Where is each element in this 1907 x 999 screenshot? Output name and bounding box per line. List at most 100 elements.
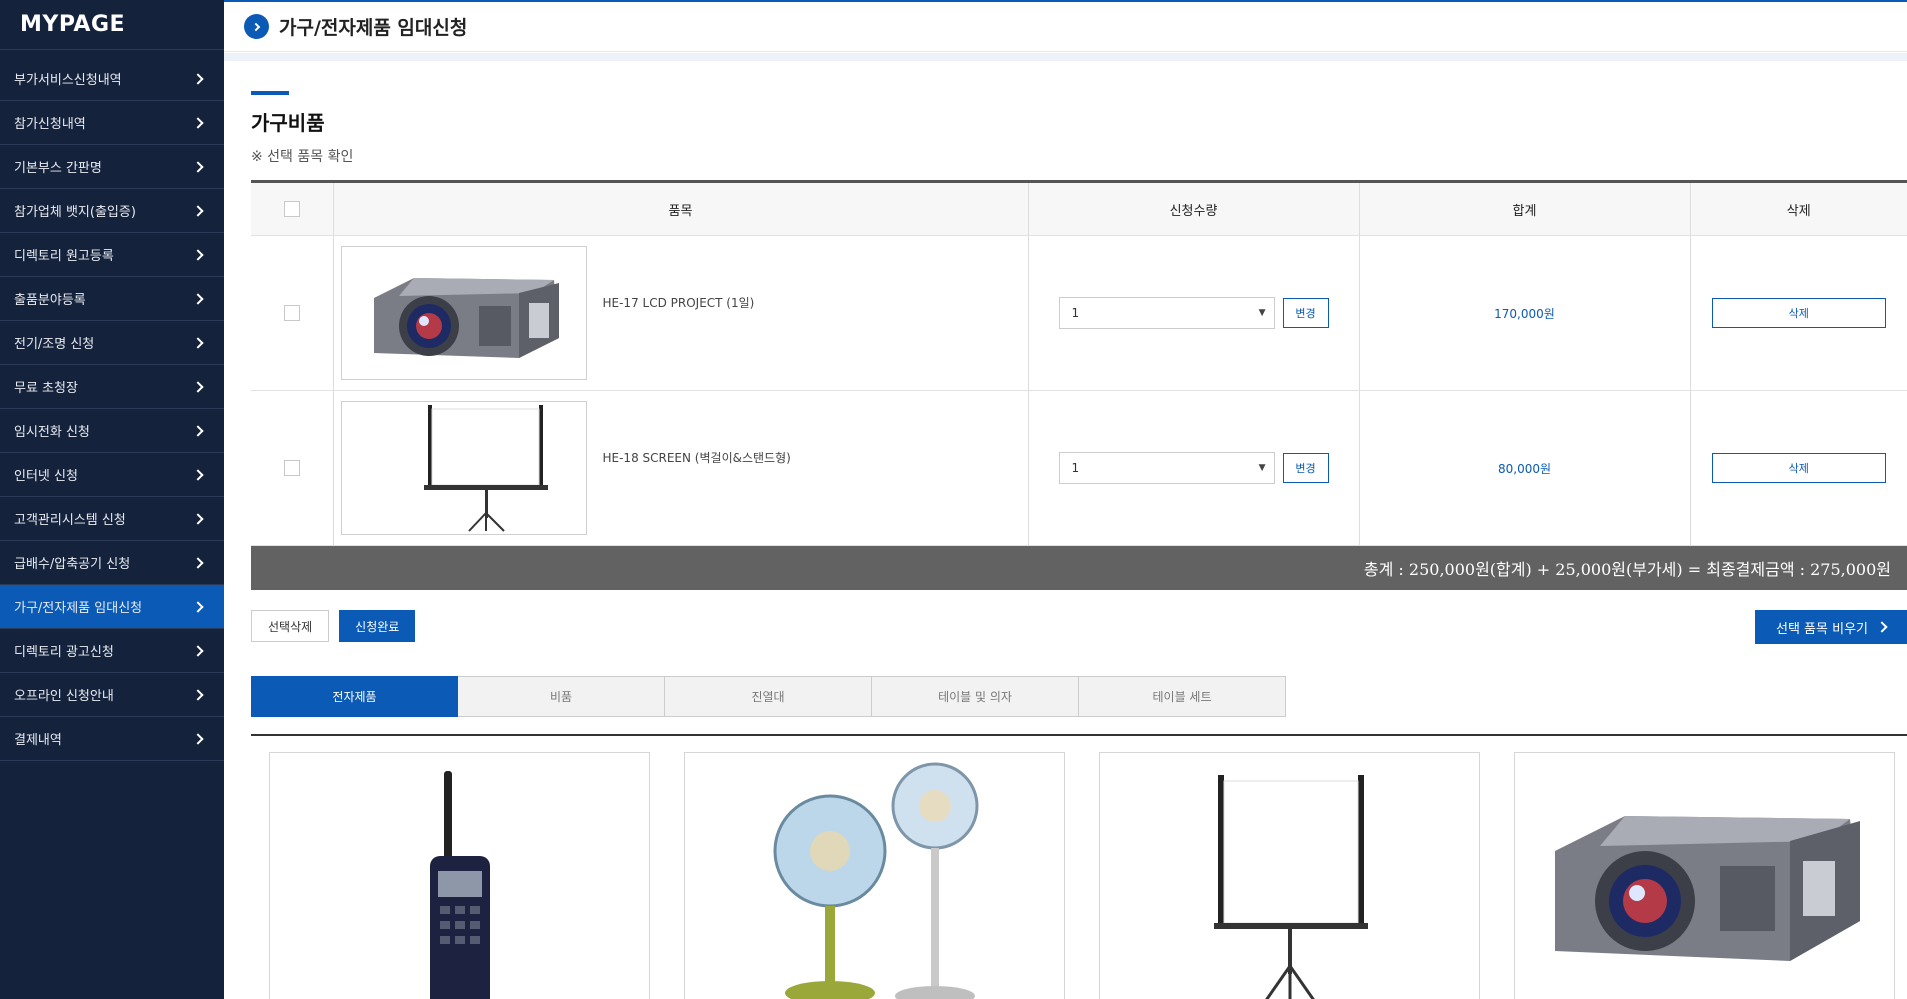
delete-row-button[interactable]: 삭제 [1711,298,1886,328]
column-header: 합계 [1358,181,1690,236]
chevron-right-icon [192,116,204,129]
sidebar-item-active[interactable]: 가구/전자제품 임대신청 [0,585,224,629]
chevron-right-icon [192,600,204,613]
cart-table: 품목 신청수량 합계 삭제 HE-17 LCD PROJECT (1일) 1 ▼… [251,180,1907,546]
cart-actions: 선택삭제 신청완료 선택 품목 비우기 [251,610,1907,644]
chevron-right-icon [1876,621,1888,633]
sidebar-item-label: 디렉토리 광고신청 [14,645,114,660]
sidebar-item[interactable]: 참가신청내역 [0,101,224,145]
sidebar-item-label: 참가신청내역 [14,117,86,132]
column-header: 신청수량 [1027,181,1359,236]
sidebar-item-label: 부가서비스신청내역 [14,73,122,88]
sidebar-item-label: 무료 초청장 [14,381,78,396]
chevron-right-icon [192,556,204,569]
sidebar-item-label: 출품분야등록 [14,293,86,308]
order-summary-text: 총계 : 250,000원(합계) + 25,000원(부가세) = 최종결제금… [1363,560,1891,579]
sidebar-item[interactable]: 기본부스 간판명 [0,145,224,189]
clear-selected-label: 선택 품목 비우기 [1776,621,1868,637]
chevron-right-icon [192,512,204,525]
product-card[interactable] [269,752,650,999]
chevron-right-icon [192,72,204,85]
tab-tables-chairs[interactable]: 테이블 및 의자 [872,676,1079,717]
sidebar-item[interactable]: 참가업체 뱃지(출입증) [0,189,224,233]
chevron-right-icon [192,380,204,393]
delete-cell: 삭제 [1689,390,1907,546]
row-checkbox[interactable] [283,305,300,321]
chevron-right-icon [192,336,204,349]
sidebar-menu: 부가서비스신청내역 참가신청내역 기본부스 간판명 참가업체 뱃지(출입증) 디… [0,57,224,761]
product-grid [251,752,1907,999]
tab-electronics[interactable]: 전자제품 [251,676,458,717]
table-header-row: 품목 신청수량 합계 삭제 [251,181,1907,236]
quantity-value: 1 [1071,461,1080,475]
walkie-talkie-image [429,771,490,999]
chevron-right-icon [192,732,204,745]
chevron-right-icon [192,292,204,305]
tabs-divider [251,734,1907,736]
main-content: 가구비품 ※ 선택 품목 확인 품목 신청수량 합계 삭제 HE-17 LCD … [251,61,1907,999]
sidebar-item-label: 인터넷 신청 [14,469,78,484]
sidebar-item-label: 결제내역 [14,733,62,748]
product-card[interactable] [1514,752,1895,999]
column-header: 품목 [332,181,1028,236]
quantity-select[interactable]: 1 ▼ [1058,297,1275,329]
chevron-right-icon [192,644,204,657]
column-header: 삭제 [1689,181,1907,236]
page-title: 가구/전자제품 임대신청 [279,17,468,39]
sidebar-item[interactable]: 출품분야등록 [0,277,224,321]
row-select-cell [251,235,333,391]
item-name: HE-17 LCD PROJECT (1일) [602,296,755,310]
screen-image [340,401,587,535]
chevron-right-icon [192,248,204,261]
select-all-checkbox[interactable] [283,201,300,217]
product-card[interactable] [1099,752,1480,999]
page-header: 가구/전자제품 임대신청 [224,0,1907,52]
sidebar-item-label: 디렉토리 원고등록 [14,249,114,264]
tab-supplies[interactable]: 비품 [458,676,665,717]
sidebar-item[interactable]: 전기/조명 신청 [0,321,224,365]
tab-table-sets[interactable]: 테이블 세트 [1079,676,1286,717]
sidebar-item[interactable]: 오프라인 신청안내 [0,673,224,717]
change-quantity-button[interactable]: 변경 [1282,453,1329,483]
qty-cell: 1 ▼ 변경 [1027,390,1359,546]
sidebar: MYPAGE 부가서비스신청내역 참가신청내역 기본부스 간판명 참가업체 뱃지… [0,0,224,999]
delete-selected-button[interactable]: 선택삭제 [251,610,330,642]
sidebar-item-label: 기본부스 간판명 [14,161,102,176]
section-title: 가구비품 [251,111,325,135]
chevron-right-icon [192,424,204,437]
sidebar-item[interactable]: 임시전화 신청 [0,409,224,453]
qty-cell: 1 ▼ 변경 [1027,235,1359,391]
section-note: ※ 선택 품목 확인 [251,149,354,165]
delete-cell: 삭제 [1689,235,1907,391]
table-row: HE-18 SCREEN (벽걸이&스탠드형) 1 ▼ 변경 80,000원 삭제 [251,390,1907,546]
quantity-select[interactable]: 1 ▼ [1058,452,1275,484]
table-row: HE-17 LCD PROJECT (1일) 1 ▼ 변경 170,000원 삭제 [251,235,1907,391]
row-total: 170,000원 [1358,235,1690,391]
change-quantity-button[interactable]: 변경 [1282,298,1329,328]
quantity-value: 1 [1071,306,1080,320]
sidebar-brand: MYPAGE [0,0,224,50]
sidebar-item[interactable]: 무료 초청장 [0,365,224,409]
complete-request-button[interactable]: 신청완료 [339,610,416,642]
item-cell: HE-18 SCREEN (벽걸이&스탠드형) [332,390,1028,546]
sidebar-item[interactable]: 디렉토리 광고신청 [0,629,224,673]
item-name: HE-18 SCREEN (벽걸이&스탠드형) [602,451,791,465]
screen-image [1213,775,1368,999]
select-all-cell [251,181,333,236]
delete-row-button[interactable]: 삭제 [1711,453,1886,483]
tab-display-stands[interactable]: 진열대 [665,676,872,717]
chevron-right-icon [192,688,204,701]
row-checkbox[interactable] [283,460,300,476]
sidebar-item[interactable]: 결제내역 [0,717,224,761]
sidebar-item[interactable]: 디렉토리 원고등록 [0,233,224,277]
sidebar-item[interactable]: 고객관리시스템 신청 [0,497,224,541]
sidebar-item[interactable]: 부가서비스신청내역 [0,57,224,101]
clear-selected-button[interactable]: 선택 품목 비우기 [1755,610,1907,644]
sidebar-item-label: 임시전화 신청 [14,425,90,440]
sidebar-item[interactable]: 급배수/압축공기 신청 [0,541,224,585]
dropdown-arrow-icon: ▼ [1258,308,1266,318]
product-card[interactable] [684,752,1065,999]
sidebar-item-label: 고객관리시스템 신청 [14,513,126,528]
sidebar-item[interactable]: 인터넷 신청 [0,453,224,497]
sidebar-item-label: 참가업체 뱃지(출입증) [14,205,136,220]
